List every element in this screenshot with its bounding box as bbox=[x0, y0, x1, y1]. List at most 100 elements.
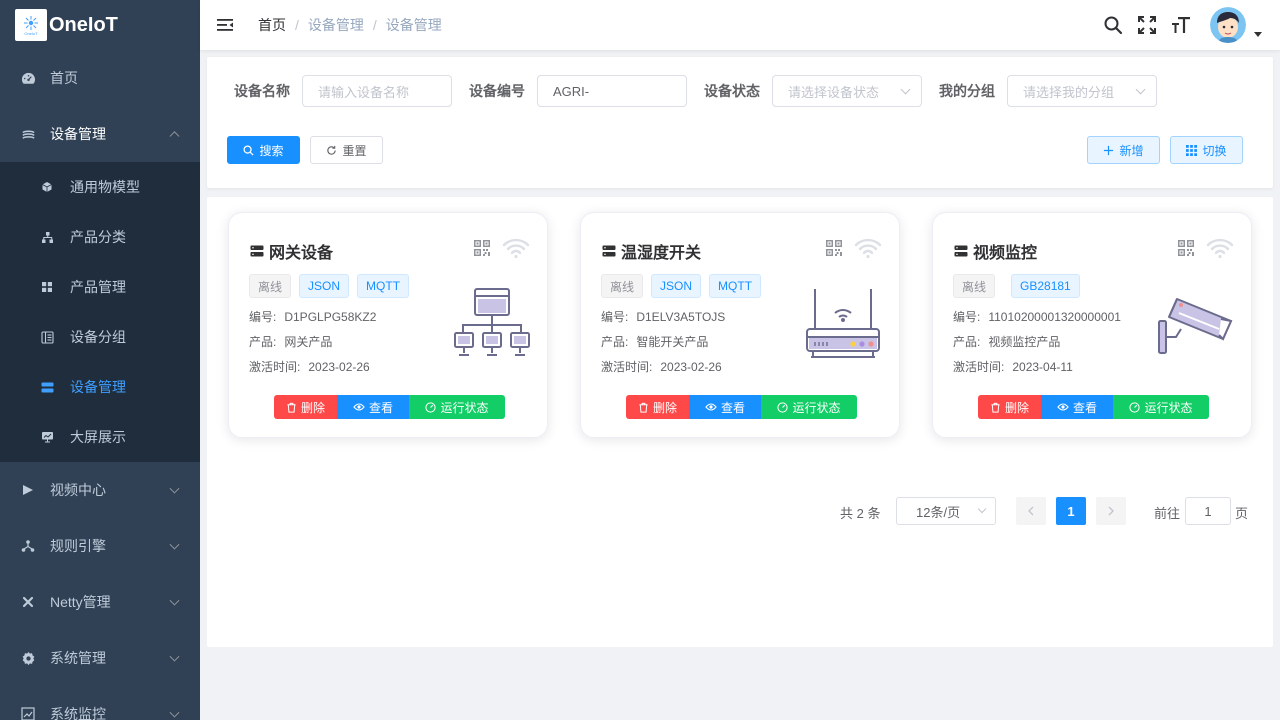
camera-icon bbox=[1153, 287, 1237, 363]
time-value: 2023-02-26 bbox=[660, 360, 722, 374]
run-status-label: 运行状态 bbox=[1144, 400, 1193, 415]
logo-small-text: OneIoT bbox=[24, 30, 38, 36]
sidebar-item-product-category[interactable]: 产品分类 bbox=[0, 212, 200, 262]
chevron-down-icon bbox=[169, 707, 180, 718]
device-activation-time: 激活时间: 2023-02-26 bbox=[601, 358, 722, 375]
product-label: 产品: bbox=[953, 335, 981, 349]
filter-my-group: 我的分组 请选择我的分组 bbox=[939, 75, 1157, 107]
logo[interactable]: OneIoT OneIoT bbox=[0, 0, 200, 50]
my-group-select[interactable]: 请选择我的分组 bbox=[1007, 75, 1157, 107]
device-card[interactable]: 视频监控 离线 GB28181 编号: 11010200001320000001 … bbox=[932, 212, 1252, 438]
breadcrumb-item[interactable]: 设备管理 bbox=[308, 15, 364, 35]
device-status-label: 设备状态 bbox=[704, 83, 760, 99]
device-card[interactable]: 温湿度开关 离线 JSON MQTT 编号: D1ELV3A5TOJS 产品: 智能… bbox=[580, 212, 900, 438]
sidebar-item-device-group[interactable]: 设备分组 bbox=[0, 312, 200, 362]
sidebar-item-big-screen[interactable]: 大屏展示 bbox=[0, 412, 200, 462]
search-button-label: 搜索 bbox=[259, 143, 284, 158]
plus-icon bbox=[1103, 145, 1114, 156]
next-page-button[interactable] bbox=[1096, 497, 1126, 525]
protocol-tag: JSON bbox=[299, 274, 350, 298]
view-label: 查看 bbox=[368, 400, 393, 415]
sidebar-item-label: 产品管理 bbox=[70, 279, 126, 295]
device-no-input[interactable]: AGRI- bbox=[537, 75, 687, 107]
sidebar-item-device-management[interactable]: 设备管理 bbox=[0, 362, 200, 412]
avatar bbox=[1210, 7, 1246, 43]
wifi-icon bbox=[1206, 237, 1234, 262]
menu-item-system-management[interactable]: 系统管理 bbox=[0, 630, 200, 686]
menu-item-system-monitor[interactable]: 系统监控 bbox=[0, 686, 200, 720]
view-button[interactable]: 查看 bbox=[1041, 395, 1113, 419]
time-label: 激活时间: bbox=[601, 360, 653, 374]
menu-label: 设备管理 bbox=[50, 126, 106, 142]
product-value: 网关产品 bbox=[284, 335, 333, 349]
view-button[interactable]: 查看 bbox=[689, 395, 761, 419]
search-icon bbox=[243, 144, 255, 156]
page-number-current[interactable]: 1 bbox=[1056, 497, 1086, 525]
run-status-button[interactable]: 运行状态 bbox=[409, 395, 505, 419]
menu-item-netty[interactable]: Netty管理 bbox=[0, 574, 200, 630]
reset-button[interactable]: 重置 bbox=[310, 136, 383, 164]
delete-label: 删除 bbox=[300, 400, 325, 415]
wifi-icon bbox=[854, 237, 882, 262]
menu-item-rule-engine[interactable]: 规则引擎 bbox=[0, 518, 200, 574]
chevron-down-icon bbox=[977, 504, 987, 514]
menu-label: 系统监控 bbox=[50, 706, 106, 720]
filter-device-status: 设备状态 请选择设备状态 bbox=[704, 75, 922, 107]
user-menu[interactable] bbox=[1210, 7, 1262, 43]
prev-page-button[interactable] bbox=[1016, 497, 1046, 525]
breadcrumb-separator: / bbox=[295, 17, 299, 33]
device-status-placeholder: 请选择设备状态 bbox=[788, 84, 880, 100]
sidebar-item-label: 设备管理 bbox=[70, 379, 126, 395]
breadcrumb-item[interactable]: 首页 bbox=[258, 15, 286, 35]
device-no-label: 设备编号 bbox=[469, 83, 525, 99]
run-status-label: 运行状态 bbox=[440, 400, 489, 415]
switch-view-button[interactable]: 切换 bbox=[1170, 136, 1243, 164]
fullscreen-icon[interactable] bbox=[1130, 0, 1164, 50]
right-menu bbox=[1096, 0, 1280, 50]
serial-value: 11010200001320000001 bbox=[988, 310, 1121, 324]
device-title: 网关设备 bbox=[250, 239, 333, 263]
chevron-down-icon bbox=[900, 84, 911, 95]
device-card[interactable]: 网关设备 离线 JSON MQTT 编号: D1PGLPG58KZ2 产品: 网关产… bbox=[228, 212, 548, 438]
menu-label: 系统管理 bbox=[50, 650, 106, 666]
qrcode-icon[interactable] bbox=[473, 239, 491, 260]
product-value: 智能开关产品 bbox=[636, 335, 709, 349]
sidebar-item-label: 设备分组 bbox=[70, 329, 126, 345]
device-list-icon bbox=[954, 245, 968, 257]
run-status-button[interactable]: 运行状态 bbox=[761, 395, 857, 419]
delete-button[interactable]: 删除 bbox=[274, 395, 337, 419]
sidebar-item-product-management[interactable]: 产品管理 bbox=[0, 262, 200, 312]
device-name-input[interactable]: 请输入设备名称 bbox=[302, 75, 452, 107]
pagination-total: 共 2 条 bbox=[840, 506, 881, 521]
menu-item-home[interactable]: 首页 bbox=[0, 50, 200, 106]
goto-page-input[interactable]: 1 bbox=[1185, 497, 1231, 525]
menu-label: Netty管理 bbox=[50, 594, 111, 610]
qrcode-icon[interactable] bbox=[825, 239, 843, 260]
menu-item-device-management[interactable]: 设备管理 bbox=[0, 106, 200, 162]
goto-label: 前往 bbox=[1154, 506, 1181, 521]
search-icon[interactable] bbox=[1096, 0, 1130, 50]
status-tag: 离线 bbox=[601, 274, 644, 298]
search-button[interactable]: 搜索 bbox=[227, 136, 300, 164]
device-status-select[interactable]: 请选择设备状态 bbox=[772, 75, 922, 107]
delete-button[interactable]: 删除 bbox=[978, 395, 1041, 419]
page-size-select[interactable]: 12条/页 bbox=[896, 497, 996, 525]
device-title: 温湿度开关 bbox=[602, 239, 701, 263]
device-activation-time: 激活时间: 2023-04-11 bbox=[953, 358, 1073, 375]
add-button[interactable]: 新增 bbox=[1087, 136, 1160, 164]
screen-icon bbox=[40, 430, 54, 444]
grid-icon bbox=[40, 280, 54, 294]
device-serial: 编号: D1PGLPG58KZ2 bbox=[249, 308, 376, 325]
run-status-button[interactable]: 运行状态 bbox=[1113, 395, 1209, 419]
chevron-down-icon bbox=[169, 595, 180, 606]
hamburger-icon[interactable] bbox=[200, 0, 250, 50]
qrcode-icon[interactable] bbox=[1177, 239, 1195, 260]
sidebar-item-thing-model[interactable]: 通用物模型 bbox=[0, 162, 200, 212]
menu-item-video-center[interactable]: 视频中心 bbox=[0, 462, 200, 518]
font-size-icon[interactable] bbox=[1164, 0, 1198, 50]
delete-label: 删除 bbox=[652, 400, 677, 415]
view-button[interactable]: 查看 bbox=[337, 395, 409, 419]
layers-icon bbox=[20, 126, 36, 142]
logo-icon: OneIoT bbox=[15, 9, 47, 41]
delete-button[interactable]: 删除 bbox=[626, 395, 689, 419]
